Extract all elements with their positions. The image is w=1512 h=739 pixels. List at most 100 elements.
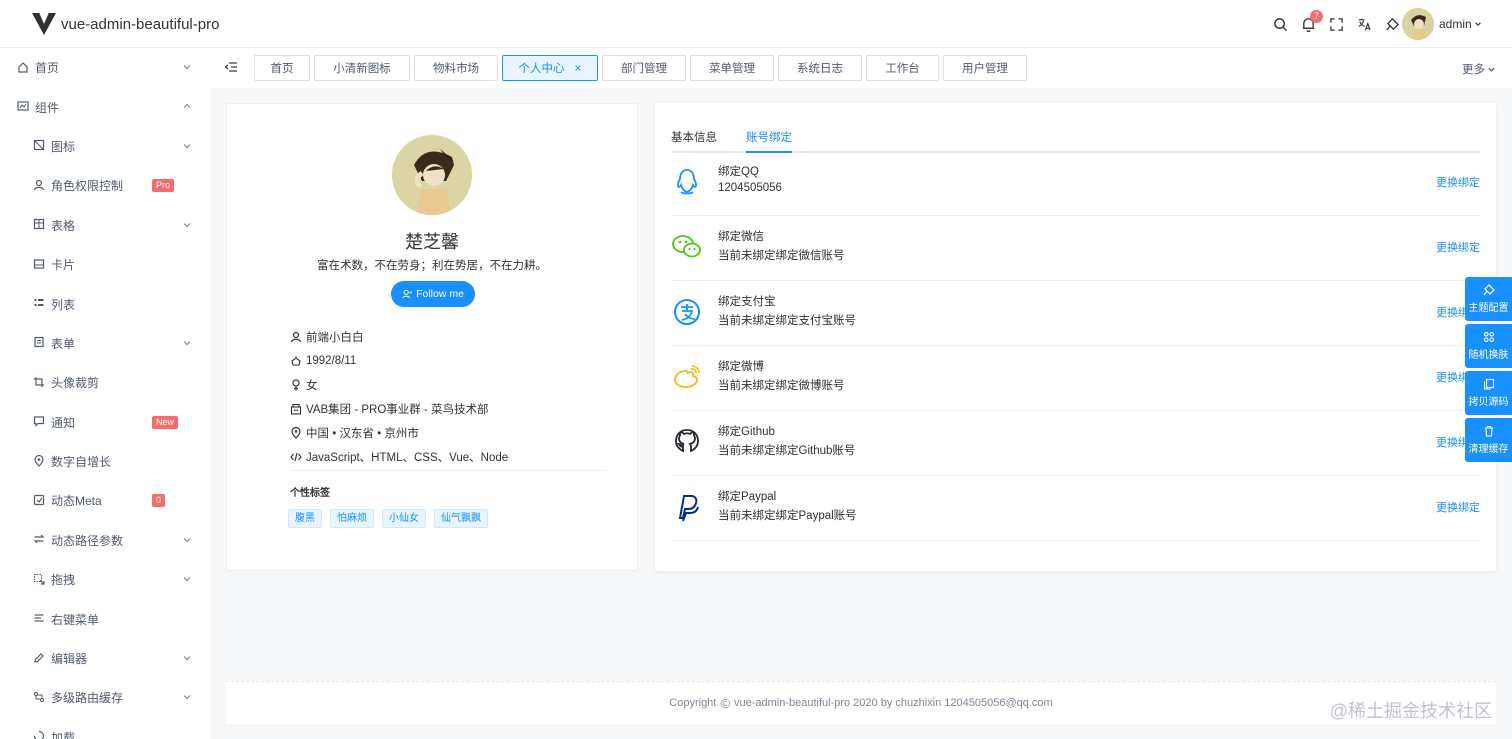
tab-item[interactable]: 个人中心 × — [502, 55, 598, 81]
sidebar-item[interactable]: 图标 — [0, 127, 210, 166]
card-icon — [33, 258, 47, 272]
info-text: VAB集团 - PRO事业群 - 菜鸟技术部 — [306, 404, 489, 416]
menu-icon — [33, 612, 47, 626]
info-row: 中国 • 汉东省 • 京州市 — [290, 421, 610, 445]
binding-desc: 当前未绑定绑定微信账号 — [718, 250, 845, 262]
drag-icon — [33, 573, 47, 587]
tab-basic-info[interactable]: 基本信息 — [671, 129, 717, 145]
drag-icon — [34, 573, 45, 585]
chevron-down-icon — [183, 695, 191, 700]
location-icon — [291, 427, 301, 439]
chevron-down-icon — [183, 577, 191, 582]
sidebar-item[interactable]: 表单 — [0, 324, 210, 363]
sidebar-item[interactable]: 数字自增长 — [0, 442, 210, 481]
sidebar-item-label: 多级路由缓存 — [51, 691, 124, 706]
sidebar-item-label: 表格 — [51, 218, 76, 233]
logo-icon — [32, 13, 56, 35]
female-icon — [292, 379, 300, 391]
tab-item[interactable]: 部门管理 — [602, 55, 686, 81]
tab-item[interactable]: 菜单管理 — [690, 55, 774, 81]
table-icon — [33, 218, 47, 232]
sidebar-item-label: 动态Meta — [51, 494, 102, 509]
sidebar-item[interactable]: 编辑器 — [0, 639, 210, 678]
close-icon[interactable]: × — [574, 61, 581, 75]
logo[interactable]: vue-admin-beautiful-pro — [32, 13, 219, 35]
binding-row: 绑定微信 当前未绑定绑定微信账号 更换绑定 — [671, 216, 1480, 281]
tab-label: 个人中心 — [518, 63, 565, 75]
icon-icon — [33, 139, 47, 153]
trash-icon — [1484, 425, 1493, 437]
info-row: 前端小白白 — [290, 325, 610, 349]
sidebar-item[interactable]: 动态路径参数 — [0, 521, 210, 560]
tab-account-binding[interactable]: 账号绑定 — [746, 129, 792, 145]
fullscreen-button[interactable] — [1322, 0, 1350, 48]
shuffle-icon — [1483, 331, 1494, 343]
floating-tool-button[interactable]: 拷贝源码 — [1465, 371, 1512, 415]
qq-icon — [677, 169, 697, 195]
floating-tool-label: 清理缓存 — [1468, 444, 1509, 455]
tab-item[interactable]: 系统日志 — [778, 55, 862, 81]
sidebar-item[interactable]: 通知 New — [0, 403, 210, 442]
sidebar-item[interactable]: 列表 — [0, 284, 210, 323]
sidebar-item[interactable]: 首页 — [0, 48, 210, 87]
building-icon — [290, 403, 302, 415]
birthday-icon — [291, 356, 301, 366]
sidebar-item[interactable]: 卡片 — [0, 245, 210, 284]
avatar — [1402, 8, 1434, 40]
change-binding-link[interactable]: 更换绑定 — [1436, 499, 1480, 515]
sidebar-item[interactable]: 右键菜单 — [0, 599, 210, 638]
account-tabs: 基本信息 账号绑定 — [671, 117, 1480, 153]
user-name: admin — [1439, 17, 1472, 31]
copyright-icon: © — [720, 695, 730, 711]
sidebar-item[interactable]: 多级路由缓存 — [0, 678, 210, 717]
tab-item[interactable]: 工作台 — [866, 55, 939, 81]
chevron-down-icon — [1474, 22, 1481, 26]
more-tabs-dropdown[interactable]: 更多 — [1462, 61, 1496, 77]
search-button[interactable] — [1266, 0, 1294, 48]
chevron-down-icon — [183, 655, 191, 661]
binding-row: 绑定Github 当前未绑定绑定Github账号 更换绑定 — [671, 411, 1480, 476]
floating-tool-button[interactable]: 随机换肤 — [1465, 324, 1512, 368]
search-icon — [1273, 17, 1287, 31]
edit-icon — [34, 652, 44, 663]
sidebar-item[interactable]: 加载 — [0, 718, 210, 739]
card-icon — [33, 259, 45, 269]
sidebar-item[interactable]: 动态Meta 0 — [0, 481, 210, 520]
chevron-up-icon — [183, 104, 191, 109]
fold-menu-icon[interactable] — [224, 60, 238, 74]
tab-label: 物料市场 — [433, 63, 479, 75]
loading-icon — [33, 730, 47, 739]
follow-label: Follow me — [416, 288, 464, 300]
change-binding-link[interactable]: 更换绑定 — [1436, 174, 1480, 190]
copy-icon — [1483, 378, 1494, 390]
sidebar-item[interactable]: 头像裁剪 — [0, 363, 210, 402]
floating-tool-label: 主题配置 — [1468, 303, 1509, 314]
sidebar-item[interactable]: 表格 — [0, 206, 210, 245]
floating-tool-button[interactable]: 清理缓存 — [1465, 418, 1512, 462]
notification-button[interactable]: 7 — [1294, 0, 1324, 48]
tab-item[interactable]: 小清新图标 — [314, 55, 410, 81]
route-icon — [34, 691, 44, 702]
profile-card: 楚芝馨 富在术数，不在劳身；利在势居，不在力耕。 Follow me 前端小白白… — [226, 103, 638, 571]
sidebar-item-label: 卡片 — [51, 258, 76, 273]
sidebar-item-label: 动态路径参数 — [51, 533, 124, 548]
sidebar-item-label: 首页 — [35, 61, 60, 76]
change-binding-link[interactable]: 更换绑定 — [1436, 239, 1480, 255]
binding-title: 绑定Github — [718, 426, 775, 438]
floating-tools: 主题配置随机换肤 拷贝源码清理缓存 — [1465, 277, 1512, 465]
floating-tool-button[interactable]: 主题配置 — [1465, 277, 1512, 321]
sidebar-item[interactable]: 角色权限控制 Pro — [0, 166, 210, 205]
binding-title: 绑定支付宝 — [718, 296, 776, 308]
binding-title: 绑定Paypal — [718, 491, 777, 503]
tab-item[interactable]: 首页 — [254, 55, 310, 81]
binding-title: 绑定QQ — [718, 166, 759, 178]
sidebar-item[interactable]: 组件 — [0, 87, 210, 126]
translate-button[interactable] — [1350, 0, 1378, 48]
tab-item[interactable]: 用户管理 — [943, 55, 1027, 81]
info-text: JavaScript、HTML、CSS、Vue、Node — [306, 452, 509, 464]
tab-item[interactable]: 物料市场 — [414, 55, 498, 81]
copyright-text: vue-admin-beautiful-pro 2020 by chuzhixi… — [733, 697, 1053, 709]
follow-button[interactable]: Follow me — [391, 281, 475, 307]
sidebar-item[interactable]: 拖拽 — [0, 560, 210, 599]
user-dropdown[interactable]: admin — [1400, 0, 1512, 48]
